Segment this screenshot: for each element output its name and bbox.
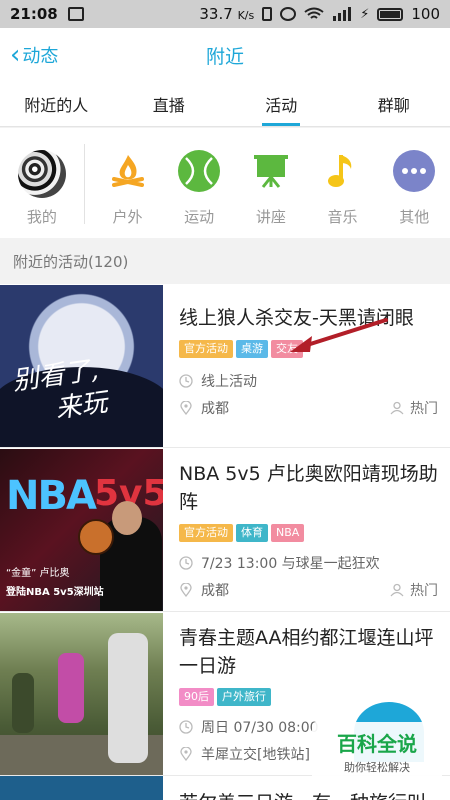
activity-time: 线上活动 — [179, 372, 438, 390]
category-mine[interactable]: 我的 — [6, 150, 78, 227]
activity-title: 青春主题AA相约都江堰连山坪一日游 — [179, 627, 434, 677]
category-outdoor[interactable]: 户外 — [92, 150, 164, 227]
charging-icon: ⚡ — [360, 6, 370, 22]
activity-thumbnail — [0, 776, 163, 800]
notification-icon — [67, 7, 84, 21]
activity-thumbnail: NBA 5v5 “金童” 卢比奥 登陆NBA 5v5深圳站 — [0, 449, 163, 611]
avatar-icon — [17, 150, 66, 198]
category-other[interactable]: 其他 — [378, 150, 450, 227]
person-icon — [390, 401, 404, 415]
chevron-left-icon: ‹ — [10, 40, 21, 70]
category-label: 音乐 — [327, 208, 358, 226]
activity-time: 7/23 13:00 与球星一起狂欢 — [179, 554, 438, 572]
category-label: 讲座 — [255, 208, 286, 226]
battery-icon — [377, 7, 404, 21]
section-header: 附近的活动(120) — [0, 240, 450, 282]
vibrate-icon — [262, 7, 273, 21]
watermark: 百科全说 助你轻松解决 — [312, 722, 442, 780]
category-music[interactable]: 音乐 — [307, 150, 379, 227]
category-divider — [84, 144, 85, 224]
alarm-icon — [280, 7, 297, 21]
tag-list: 官方活动 桌游 交友 — [179, 340, 438, 358]
category-lectures[interactable]: 讲座 — [235, 150, 307, 227]
category-label: 运动 — [184, 208, 215, 226]
activity-title: 若尔盖三日游，有一种旅行叫 — [179, 788, 426, 800]
tab-group-chat[interactable]: 群聊 — [338, 82, 450, 126]
tab-activities[interactable]: 活动 — [225, 82, 338, 126]
tag-badge: 官方活动 — [179, 340, 233, 358]
tag-badge: NBA — [271, 524, 305, 542]
category-sports[interactable]: 运动 — [163, 150, 235, 227]
signal-icon — [333, 7, 352, 21]
tag-badge: 90后 — [179, 688, 214, 706]
popularity-indicator: 热门 — [390, 580, 438, 600]
activity-title: NBA 5v5 卢比奥欧阳靖现场助阵 — [179, 463, 438, 513]
app-header: ‹ 动态 附近 — [0, 28, 450, 82]
clock-icon — [179, 374, 193, 388]
activity-thumbnail — [0, 613, 163, 775]
clock-icon — [179, 720, 193, 734]
clock-icon — [179, 556, 193, 570]
wifi-icon — [304, 7, 324, 19]
activity-title: 线上狼人杀交友-天黑请闭眼 — [179, 307, 414, 329]
tag-badge: 体育 — [236, 524, 268, 542]
tennis-ball-icon — [178, 150, 221, 192]
category-label: 户外 — [112, 208, 143, 226]
back-label: 动态 — [22, 46, 59, 67]
tab-nearby-people[interactable]: 附近的人 — [0, 82, 113, 126]
watermark-brand: 百科全说 — [337, 731, 417, 756]
tag-badge: 桌游 — [236, 340, 268, 358]
tag-badge: 官方活动 — [179, 524, 233, 542]
activity-item[interactable]: 别看了, 来玩 线上狼人杀交友-天黑请闭眼 官方活动 桌游 交友 线上活动 成都… — [0, 284, 450, 448]
activity-location: 成都 热门 — [179, 581, 438, 599]
location-pin-icon — [180, 401, 192, 415]
location-pin-icon — [180, 747, 192, 761]
page-title: 附近 — [205, 45, 244, 68]
person-icon — [390, 583, 404, 597]
presentation-board-icon — [250, 150, 292, 192]
activity-item[interactable]: NBA 5v5 “金童” 卢比奥 登陆NBA 5v5深圳站 NBA 5v5 卢比… — [0, 448, 450, 612]
status-bar: 21:08 33.7 K/s ⚡ 100 — [0, 0, 450, 28]
status-time: 21:08 — [10, 5, 58, 23]
category-label: 其他 — [399, 208, 430, 226]
popularity-indicator: 热门 — [390, 398, 438, 418]
tag-list: 官方活动 体育 NBA — [179, 524, 438, 542]
battery-level: 100 — [411, 5, 440, 23]
tag-badge: 户外旅行 — [217, 688, 271, 706]
activity-thumbnail: 别看了, 来玩 — [0, 285, 163, 447]
watermark-slogan: 助你轻松解决 — [344, 760, 410, 774]
category-row: 我的 户外 运动 讲座 音乐 其他 — [0, 128, 450, 238]
campfire-icon — [107, 150, 149, 192]
back-button[interactable]: ‹ 动态 — [10, 28, 58, 82]
tag-badge: 交友 — [271, 340, 303, 358]
music-note-icon — [322, 150, 364, 192]
network-speed: 33.7 K/s — [199, 5, 255, 23]
location-pin-icon — [180, 583, 192, 597]
tab-live[interactable]: 直播 — [113, 82, 226, 126]
more-dots-icon — [393, 150, 436, 192]
activity-location: 成都 热门 — [179, 399, 438, 417]
category-label: 我的 — [26, 208, 57, 226]
tab-bar: 附近的人 直播 活动 群聊 — [0, 82, 450, 127]
